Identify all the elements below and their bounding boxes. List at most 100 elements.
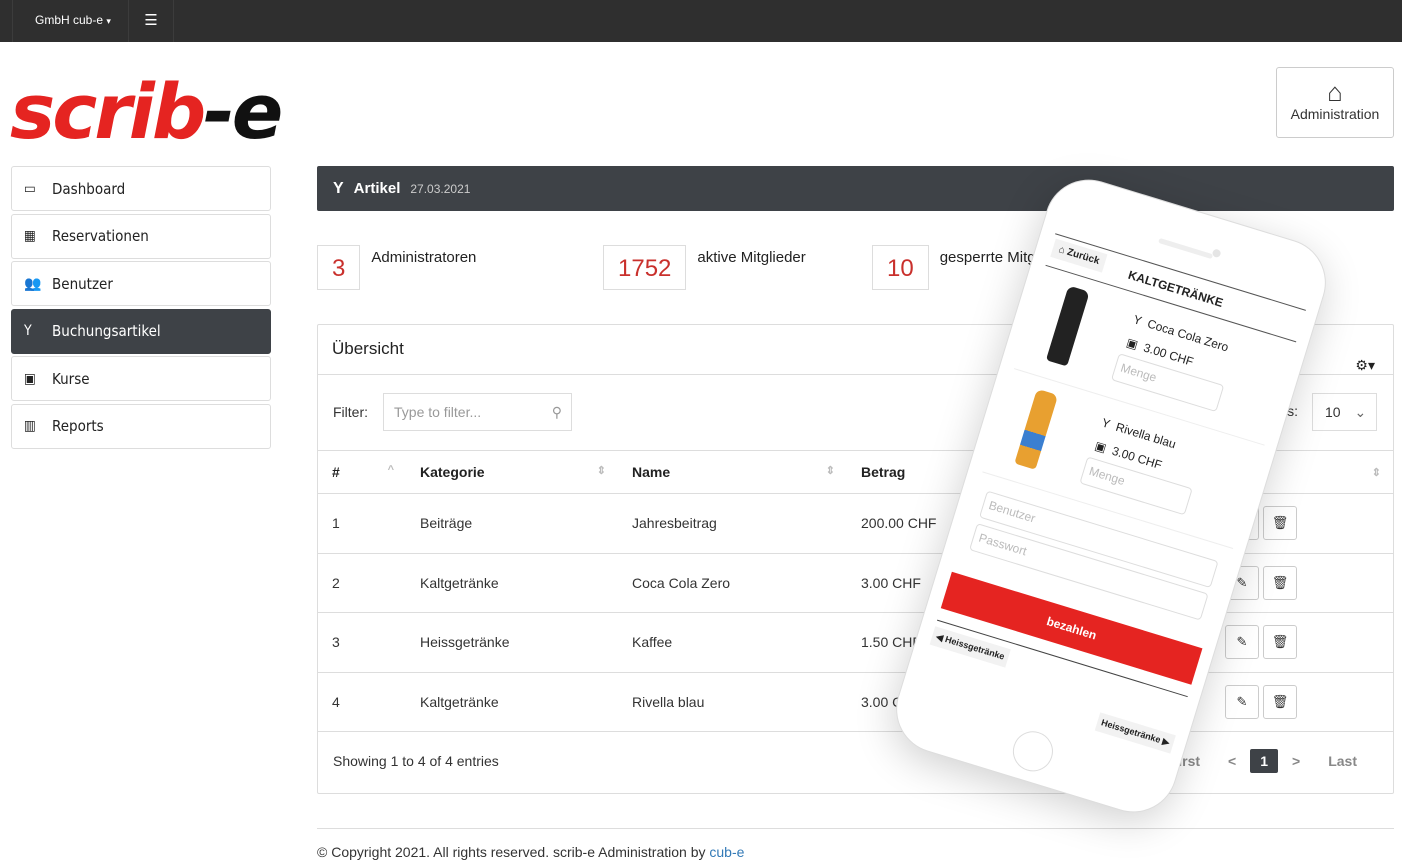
logo-black: -e bbox=[203, 67, 283, 156]
pagination: First < 1 > Last bbox=[1156, 749, 1371, 773]
table-cell: Kaltgetränke bbox=[406, 553, 618, 613]
sidebar-label: Kurse bbox=[52, 369, 90, 388]
page-length-select[interactable]: 10 ⌄ bbox=[1312, 393, 1377, 431]
bar-chart-icon: ▥ bbox=[24, 418, 36, 434]
delete-trash-icon[interactable]: 🗑 bbox=[1263, 565, 1297, 600]
sidebar-item-buchungsartikel[interactable]: Y Buchungsartikel bbox=[11, 308, 271, 354]
rivella-bottle-image bbox=[1014, 388, 1059, 470]
logo-red: scrib bbox=[10, 67, 206, 156]
table-cell: 4 bbox=[318, 672, 406, 732]
sort-asc-icon: ^ bbox=[387, 464, 394, 476]
column-header-name[interactable]: Name ⇕ bbox=[618, 450, 847, 494]
filter-label: Filter: bbox=[333, 404, 368, 420]
search-icon: ⚲ bbox=[551, 404, 562, 420]
delete-trash-icon[interactable]: 🗑 bbox=[1263, 684, 1297, 719]
cub-e-link[interactable]: cub-e bbox=[709, 844, 744, 860]
org-name: GmbH cub-e bbox=[35, 13, 104, 27]
phone-next-category: Heissgetränke ▶ bbox=[1094, 712, 1176, 754]
caret-down-icon: ▾ bbox=[106, 16, 111, 26]
table-icon: ▦ bbox=[24, 228, 36, 244]
stat-label: aktive Mitglieder bbox=[697, 249, 806, 266]
administration-button[interactable]: ⌂ Administration bbox=[1276, 67, 1394, 138]
glass-icon: Y bbox=[333, 179, 344, 197]
stat-admins: 3 Administratoren bbox=[317, 245, 476, 290]
sidebar-label: Dashboard bbox=[52, 179, 126, 198]
calendar-icon: ▣ bbox=[24, 370, 36, 387]
back-label: Zurück bbox=[1065, 246, 1101, 268]
sidebar-item-reports[interactable]: ▥ Reports bbox=[11, 403, 271, 449]
table-row: 4 Kaltgetränke Rivella blau 3.00 CHF ✎ 🗑 bbox=[318, 672, 1393, 732]
cola-bottle-image bbox=[1045, 285, 1090, 367]
copyright-text: © Copyright 2021. All rights reserved. s… bbox=[317, 844, 710, 860]
table-cell: 2 bbox=[318, 553, 406, 613]
page-header: Y Artikel 27.03.2021 bbox=[317, 166, 1394, 211]
users-icon: 👥 bbox=[24, 275, 42, 292]
phone-home-button bbox=[1007, 726, 1058, 777]
page-last[interactable]: Last bbox=[1314, 753, 1371, 769]
footer-divider bbox=[317, 828, 1394, 829]
table-cell: Coca Cola Zero bbox=[618, 553, 847, 613]
phone-prev-category: ◀ Heissgetränke bbox=[929, 626, 1011, 668]
stat-value: 3 bbox=[317, 245, 361, 290]
page-date: 27.03.2021 bbox=[410, 181, 471, 196]
org-dropdown[interactable]: GmbH cub-e ▾ bbox=[12, 0, 129, 42]
gear-icon[interactable]: ⚙▾ bbox=[1355, 341, 1375, 389]
stat-label: Administratoren bbox=[371, 249, 477, 266]
glass-icon: Y bbox=[24, 323, 32, 339]
page-next[interactable]: > bbox=[1278, 753, 1314, 769]
home-icon: ⌂ bbox=[1327, 77, 1343, 107]
sidebar-item-kurse[interactable]: ▣ Kurse bbox=[11, 356, 271, 401]
header-label: # bbox=[332, 464, 340, 480]
page-current[interactable]: 1 bbox=[1250, 749, 1279, 773]
sort-icon: ⇕ bbox=[1371, 466, 1381, 479]
column-header-kategorie[interactable]: Kategorie ⇕ bbox=[406, 450, 618, 494]
top-navbar: GmbH cub-e ▾ ☰ bbox=[0, 0, 1402, 42]
table-cell: Beiträge bbox=[406, 493, 618, 554]
header-label: Kategorie bbox=[420, 464, 485, 480]
stat-value: 10 bbox=[872, 245, 929, 290]
footer: © Copyright 2021. All rights reserved. s… bbox=[317, 844, 744, 860]
back-button: ⌂ Zurück bbox=[1050, 238, 1108, 273]
sidebar-item-benutzer[interactable]: 👥 Benutzer bbox=[11, 261, 271, 306]
table-cell: 1 bbox=[318, 493, 406, 554]
filter-placeholder: Type to filter... bbox=[394, 404, 482, 420]
table-row: 3 Heissgetränke Kaffee 1.50 CHF ✎ 🗑 bbox=[318, 612, 1393, 673]
chevron-down-icon: ⌄ bbox=[1354, 404, 1367, 420]
stat-active-members: 1752 aktive Mitglieder bbox=[603, 245, 806, 290]
sidebar-label: Reports bbox=[52, 417, 104, 435]
table-cell: Kaltgetränke bbox=[406, 672, 618, 732]
table-cell: Heissgetränke bbox=[406, 612, 618, 673]
sidebar-item-dashboard[interactable]: ▭ Dashboard bbox=[11, 166, 271, 211]
phone-speaker bbox=[1158, 237, 1214, 260]
page-prev[interactable]: < bbox=[1214, 753, 1250, 769]
header-label: Name bbox=[632, 464, 671, 480]
sidebar-label: Benutzer bbox=[52, 274, 113, 293]
header-label: Betrag bbox=[861, 464, 906, 480]
sidebar: ▭ Dashboard ▦ Reservationen 👥 Benutzer Y Buc… bbox=[11, 166, 271, 451]
sidebar-item-reservationen[interactable]: ▦ Reservationen bbox=[11, 213, 271, 259]
edit-pencil-icon[interactable]: ✎ bbox=[1225, 625, 1259, 660]
laptop-icon: ▭ bbox=[24, 180, 36, 197]
phone-camera bbox=[1211, 248, 1222, 259]
table-cell: Kaffee bbox=[618, 612, 847, 673]
table-info: Showing 1 to 4 of 4 entries bbox=[333, 753, 499, 769]
table-cell: Rivella blau bbox=[618, 672, 847, 732]
sort-icon: ⇕ bbox=[596, 465, 606, 477]
edit-pencil-icon[interactable]: ✎ bbox=[1225, 684, 1259, 719]
hamburger-menu-icon[interactable]: ☰ bbox=[129, 0, 174, 42]
panel-title: Übersicht bbox=[332, 339, 404, 358]
stat-value: 1752 bbox=[603, 245, 687, 290]
delete-trash-icon[interactable]: 🗑 bbox=[1263, 625, 1297, 660]
sidebar-label: Buchungsartikel bbox=[52, 322, 161, 340]
column-header-id[interactable]: # ^ bbox=[318, 450, 406, 494]
logo: scrib-e bbox=[10, 72, 283, 152]
filter-input[interactable]: Type to filter... ⚲ bbox=[383, 393, 572, 431]
administration-label: Administration bbox=[1290, 106, 1380, 122]
table-cell: Jahresbeitrag bbox=[618, 493, 847, 554]
sidebar-label: Reservationen bbox=[52, 227, 149, 245]
table-cell: 3 bbox=[318, 612, 406, 673]
delete-trash-icon[interactable]: 🗑 bbox=[1263, 506, 1297, 541]
page-title: Artikel bbox=[353, 180, 401, 197]
length-value: 10 bbox=[1325, 404, 1341, 420]
sort-icon: ⇕ bbox=[825, 465, 835, 477]
